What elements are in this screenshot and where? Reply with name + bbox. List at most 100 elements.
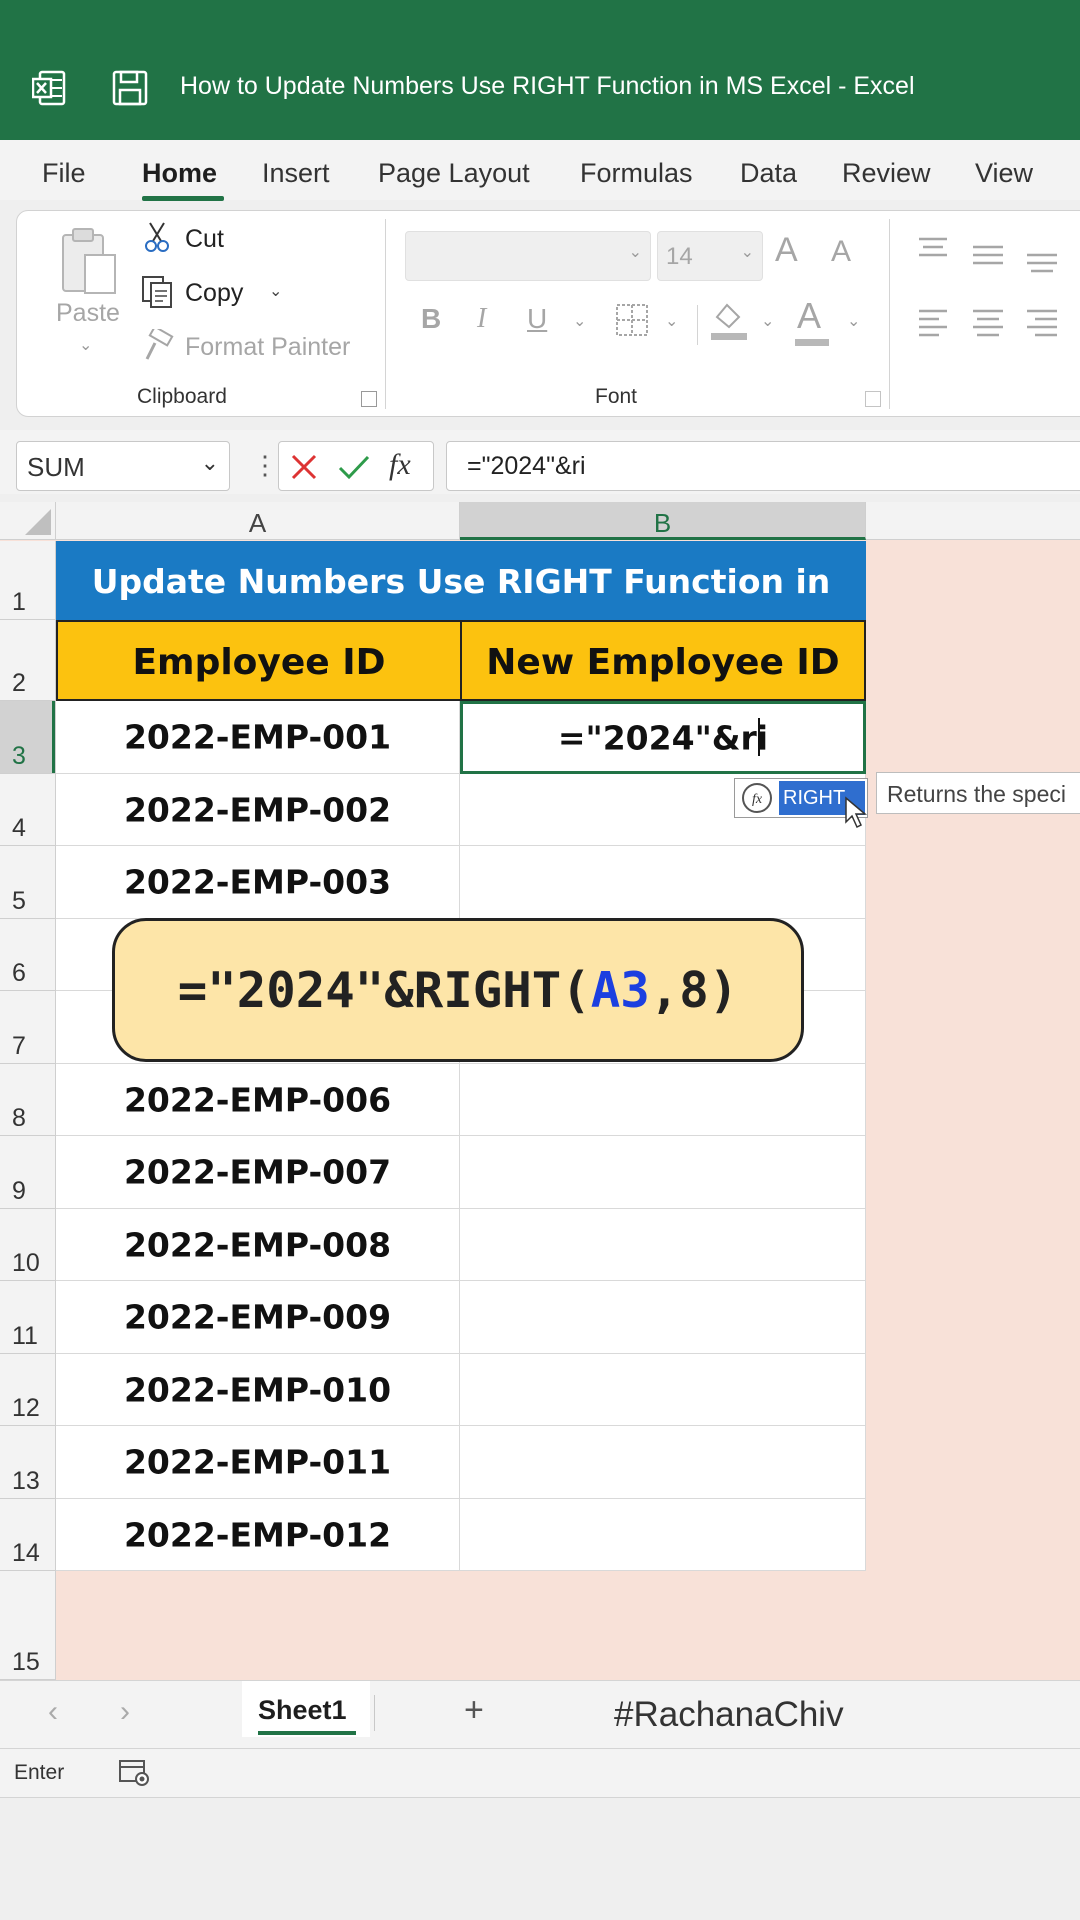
row-header[interactable]: 12 <box>0 1354 56 1426</box>
column-header-c[interactable] <box>866 502 1080 540</box>
column-header-a[interactable]: A <box>56 502 460 540</box>
row-header[interactable]: 13 <box>0 1426 56 1499</box>
shrink-font-icon[interactable]: A <box>831 235 851 269</box>
font-size-dropdown-icon[interactable]: ⌄ <box>741 242 754 262</box>
tab-data[interactable]: Data <box>740 158 797 189</box>
cell-b5[interactable] <box>460 846 866 919</box>
cell-a12[interactable]: 2022-EMP-010 <box>56 1354 460 1426</box>
tab-file[interactable]: File <box>42 158 86 189</box>
column-header-b[interactable]: B <box>460 502 866 540</box>
underline-dropdown-icon[interactable]: ⌄ <box>573 311 586 331</box>
cell-b11[interactable] <box>460 1281 866 1354</box>
sheet-tab-sheet1[interactable]: Sheet1 <box>242 1681 370 1737</box>
tab-formulas[interactable]: Formulas <box>580 158 693 189</box>
watermark-text: #RachanaChiv <box>614 1695 844 1734</box>
cut-button[interactable]: Cut <box>185 225 224 254</box>
format-painter-button[interactable]: Format Painter <box>185 333 350 362</box>
font-launcher-icon[interactable] <box>865 391 881 407</box>
cell-a11[interactable]: 2022-EMP-009 <box>56 1281 460 1354</box>
next-sheet-icon[interactable]: › <box>120 1695 130 1729</box>
copy-icon[interactable] <box>141 275 175 309</box>
cell-a8[interactable]: 2022-EMP-006 <box>56 1064 460 1136</box>
cell-a13[interactable]: 2022-EMP-011 <box>56 1426 460 1499</box>
function-tooltip: Returns the speci <box>876 772 1080 814</box>
text-cursor <box>758 718 760 756</box>
grow-font-icon[interactable]: A <box>775 231 798 270</box>
row-header[interactable]: 14 <box>0 1499 56 1571</box>
font-color-icon[interactable]: A <box>797 295 821 337</box>
save-icon[interactable] <box>112 70 148 106</box>
formula-callout: ="2024"&RIGHT(A3,8) <box>112 918 804 1062</box>
header-employee-id[interactable]: Employee ID <box>56 620 462 701</box>
cell-b8[interactable] <box>460 1064 866 1136</box>
copy-button[interactable]: Copy <box>185 279 243 308</box>
tab-review[interactable]: Review <box>842 158 931 189</box>
font-name-dropdown-icon[interactable]: ⌄ <box>629 242 642 262</box>
tab-view[interactable]: View <box>975 158 1033 189</box>
insert-function-icon[interactable]: fx <box>389 448 411 482</box>
row-header[interactable]: 8 <box>0 1064 56 1136</box>
cancel-icon[interactable] <box>289 452 319 482</box>
row-header[interactable]: 4 <box>0 774 56 846</box>
font-name-combo[interactable]: ⌄ <box>405 231 651 281</box>
paste-dropdown-icon[interactable]: ⌄ <box>79 335 92 355</box>
name-box-dropdown-icon[interactable]: ⌄ <box>201 450 219 476</box>
paste-label[interactable]: Paste <box>56 299 120 328</box>
cell-a10[interactable]: 2022-EMP-008 <box>56 1209 460 1281</box>
select-all-corner[interactable] <box>0 502 56 540</box>
font-color-dropdown-icon[interactable]: ⌄ <box>847 311 860 331</box>
row-header-active[interactable]: 3 <box>0 701 56 774</box>
cell-b13[interactable] <box>460 1426 866 1499</box>
active-tab-indicator <box>142 196 224 201</box>
header-new-employee-id[interactable]: New Employee ID <box>460 620 866 701</box>
borders-icon[interactable] <box>615 303 649 337</box>
cell-b14[interactable] <box>460 1499 866 1571</box>
add-sheet-button[interactable]: + <box>464 1691 484 1730</box>
row-header[interactable]: 15 <box>0 1571 56 1680</box>
row-header[interactable]: 7 <box>0 991 56 1064</box>
cell-b9[interactable] <box>460 1136 866 1209</box>
enter-icon[interactable] <box>337 452 371 482</box>
row-header[interactable]: 10 <box>0 1209 56 1281</box>
cell-a3[interactable]: 2022-EMP-001 <box>56 701 460 774</box>
cell-b3-editing[interactable]: ="2024"&ri <box>460 701 866 774</box>
row-header[interactable]: 2 <box>0 620 56 701</box>
cell-b10[interactable] <box>460 1209 866 1281</box>
cell-a4[interactable]: 2022-EMP-002 <box>56 774 460 846</box>
cell-a9[interactable]: 2022-EMP-007 <box>56 1136 460 1209</box>
row-header[interactable]: 9 <box>0 1136 56 1209</box>
cell-a5[interactable]: 2022-EMP-003 <box>56 846 460 919</box>
formula-buttons: fx <box>278 441 434 491</box>
row-header[interactable]: 6 <box>0 919 56 991</box>
svg-text:fx: fx <box>752 792 763 807</box>
formula-bar-grip-icon[interactable]: ⋮ <box>252 450 278 481</box>
bold-icon[interactable]: B <box>421 303 441 335</box>
cell-a14[interactable]: 2022-EMP-012 <box>56 1499 460 1571</box>
macro-record-icon[interactable] <box>118 1759 150 1787</box>
tab-page-layout[interactable]: Page Layout <box>378 158 530 189</box>
tab-insert[interactable]: Insert <box>262 158 330 189</box>
copy-dropdown-icon[interactable]: ⌄ <box>269 281 282 301</box>
fill-color-icon[interactable] <box>709 299 749 341</box>
prev-sheet-icon[interactable]: ‹ <box>48 1695 58 1729</box>
borders-dropdown-icon[interactable]: ⌄ <box>665 311 678 331</box>
name-box[interactable]: SUM ⌄ <box>16 441 230 491</box>
cell-b12[interactable] <box>460 1354 866 1426</box>
alignment-icons[interactable] <box>917 235 1080 345</box>
paste-icon[interactable] <box>57 225 121 305</box>
row-header[interactable]: 1 <box>0 541 56 620</box>
italic-icon[interactable]: I <box>477 303 486 335</box>
tab-home[interactable]: Home <box>142 158 217 189</box>
row-header[interactable]: 5 <box>0 846 56 919</box>
status-bar: Enter <box>0 1748 1080 1798</box>
cut-icon[interactable] <box>145 221 169 253</box>
row-header[interactable]: 11 <box>0 1281 56 1354</box>
font-size-combo[interactable]: 14 ⌄ <box>657 231 763 281</box>
clipboard-launcher-icon[interactable] <box>361 391 377 407</box>
formula-input[interactable]: ="2024"&ri <box>446 441 1080 491</box>
sheet-banner-title[interactable]: Update Numbers Use RIGHT Function in Exc… <box>56 541 866 683</box>
format-painter-icon[interactable] <box>141 329 175 363</box>
underline-icon[interactable]: U <box>527 303 547 335</box>
fill-color-dropdown-icon[interactable]: ⌄ <box>761 311 774 331</box>
mouse-cursor-icon <box>845 796 868 829</box>
